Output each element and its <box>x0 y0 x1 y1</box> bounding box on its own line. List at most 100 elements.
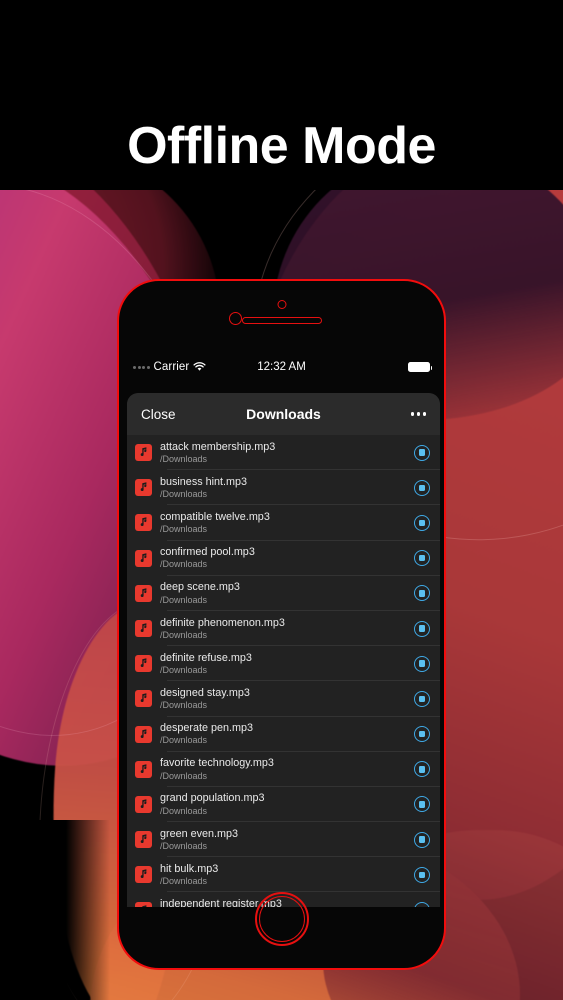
downloads-sheet: Close Downloads attack membership.mp3/Do… <box>127 393 440 907</box>
download-file-path: /Downloads <box>160 453 208 464</box>
close-button[interactable]: Close <box>141 407 176 422</box>
music-note-icon <box>135 725 152 743</box>
download-row[interactable]: designed stay.mp3/Downloads <box>127 681 440 717</box>
download-file-path: /Downloads <box>160 559 208 570</box>
music-note-icon <box>135 620 152 638</box>
download-row-text: desperate pen.mp3/Downloads <box>160 722 408 746</box>
download-row[interactable]: desperate pen.mp3/Downloads <box>127 717 440 752</box>
stop-circle-icon[interactable] <box>414 550 430 567</box>
downloads-list[interactable]: attack membership.mp3/Downloads business … <box>127 435 440 907</box>
download-file-path: /Downloads <box>160 489 208 499</box>
status-bar-left: Carrier <box>133 361 206 373</box>
download-file-path: /Downloads <box>160 664 208 675</box>
stop-circle-icon[interactable] <box>414 620 430 637</box>
music-note-icon <box>135 866 152 884</box>
download-file-path: /Downloads <box>160 805 208 816</box>
stop-circle-icon[interactable] <box>414 866 430 883</box>
download-row[interactable]: definite refuse.mp3/Downloads <box>127 646 440 682</box>
battery-icon <box>408 362 432 372</box>
download-file-name: favorite technology.mp3 <box>160 757 274 770</box>
download-row-text: hit bulk.mp3/Downloads <box>160 863 408 887</box>
stop-circle-icon[interactable] <box>414 690 430 707</box>
download-file-name: definite refuse.mp3 <box>160 651 252 664</box>
stop-circle-icon[interactable] <box>414 444 430 461</box>
download-row-text: attack membership.mp3/Downloads <box>160 441 408 465</box>
download-row[interactable]: hit bulk.mp3/Downloads <box>127 857 440 893</box>
download-file-path: /Downloads <box>160 629 208 640</box>
download-row-text: definite refuse.mp3/Downloads <box>160 652 408 676</box>
music-note-icon <box>135 479 152 497</box>
download-row-text: business hint.mp3/Downloads <box>160 476 408 500</box>
stop-circle-icon[interactable] <box>414 761 430 778</box>
download-file-name: green even.mp3 <box>160 827 239 840</box>
page-title: Offline Mode <box>127 117 436 175</box>
music-note-icon <box>135 901 152 907</box>
download-file-path: /Downloads <box>160 735 208 746</box>
music-note-icon <box>135 831 152 849</box>
sheet-navbar: Close Downloads <box>127 393 440 435</box>
download-file-path: /Downloads <box>160 524 208 535</box>
music-note-icon <box>135 514 152 532</box>
ellipsis-icon[interactable] <box>410 412 426 416</box>
download-file-path: /Downloads <box>160 594 208 605</box>
download-file-name: grand population.mp3 <box>160 792 265 805</box>
download-file-path: /Downloads <box>160 770 208 781</box>
download-row[interactable]: favorite technology.mp3/Downloads <box>127 752 440 788</box>
status-bar: Carrier 12:32 AM <box>119 356 444 378</box>
download-row-text: confirmed pool.mp3/Downloads <box>160 546 408 570</box>
stop-circle-icon[interactable] <box>414 655 430 672</box>
download-row[interactable]: green even.mp3/Downloads <box>127 822 440 858</box>
download-row[interactable]: compatible twelve.mp3/Downloads <box>127 505 440 541</box>
download-row-text: deep scene.mp3/Downloads <box>160 581 408 605</box>
download-file-name: deep scene.mp3 <box>160 581 240 594</box>
carrier-label: Carrier <box>153 361 190 373</box>
music-note-icon <box>135 584 152 602</box>
stop-circle-icon[interactable] <box>414 726 430 743</box>
status-bar-right <box>408 362 432 372</box>
download-file-name: hit bulk.mp3 <box>160 862 219 875</box>
download-file-path: /Downloads <box>160 876 208 887</box>
download-file-path: /Downloads <box>160 700 208 711</box>
stop-circle-icon[interactable] <box>414 902 430 907</box>
download-row-text: designed stay.mp3/Downloads <box>160 687 408 711</box>
phone-mockup: Carrier 12:32 AM Close Downloads attack … <box>117 279 446 970</box>
download-file-name: attack membership.mp3 <box>160 440 276 453</box>
download-file-name: definite phenomenon.mp3 <box>160 616 285 629</box>
download-row[interactable]: grand population.mp3/Downloads <box>127 787 440 823</box>
download-row-text: compatible twelve.mp3/Downloads <box>160 511 408 535</box>
stop-circle-icon[interactable] <box>414 479 430 496</box>
music-note-icon <box>135 690 152 708</box>
download-file-path: /Downloads <box>160 840 208 851</box>
music-note-icon <box>135 549 152 567</box>
music-note-icon <box>135 760 152 778</box>
screenshot-root: Offline Mode Carrier 12:32 AM Close Down… <box>0 0 563 1000</box>
signal-dots-icon <box>133 365 150 369</box>
download-row-text: favorite technology.mp3/Downloads <box>160 757 408 781</box>
download-file-name: designed stay.mp3 <box>160 686 250 699</box>
bg-vignette-bottom-left <box>0 820 110 1000</box>
earpiece-speaker-icon <box>241 317 322 324</box>
wifi-icon <box>193 362 206 372</box>
download-row[interactable]: confirmed pool.mp3/Downloads <box>127 541 440 576</box>
proximity-sensor-icon <box>229 312 242 325</box>
download-row-text: definite phenomenon.mp3/Downloads <box>160 617 408 641</box>
download-row[interactable]: attack membership.mp3/Downloads <box>127 435 440 471</box>
music-note-icon <box>135 444 152 462</box>
stop-circle-icon[interactable] <box>414 514 430 531</box>
download-file-name: compatible twelve.mp3 <box>160 510 270 523</box>
download-file-name: confirmed pool.mp3 <box>160 546 255 559</box>
download-row[interactable]: deep scene.mp3/Downloads <box>127 576 440 612</box>
music-note-icon <box>135 655 152 673</box>
download-row-text: green even.mp3/Downloads <box>160 828 408 852</box>
stop-circle-icon[interactable] <box>414 831 430 848</box>
download-file-name: desperate pen.mp3 <box>160 722 254 735</box>
download-row[interactable]: business hint.mp3/Downloads <box>127 470 440 506</box>
front-camera-icon <box>277 300 286 309</box>
stop-circle-icon[interactable] <box>414 796 430 813</box>
download-row-text: grand population.mp3/Downloads <box>160 792 408 816</box>
home-button[interactable] <box>254 892 309 946</box>
download-row[interactable]: definite phenomenon.mp3/Downloads <box>127 611 440 647</box>
stop-circle-icon[interactable] <box>414 585 430 602</box>
download-file-name: business hint.mp3 <box>160 475 248 488</box>
music-note-icon <box>135 795 152 813</box>
